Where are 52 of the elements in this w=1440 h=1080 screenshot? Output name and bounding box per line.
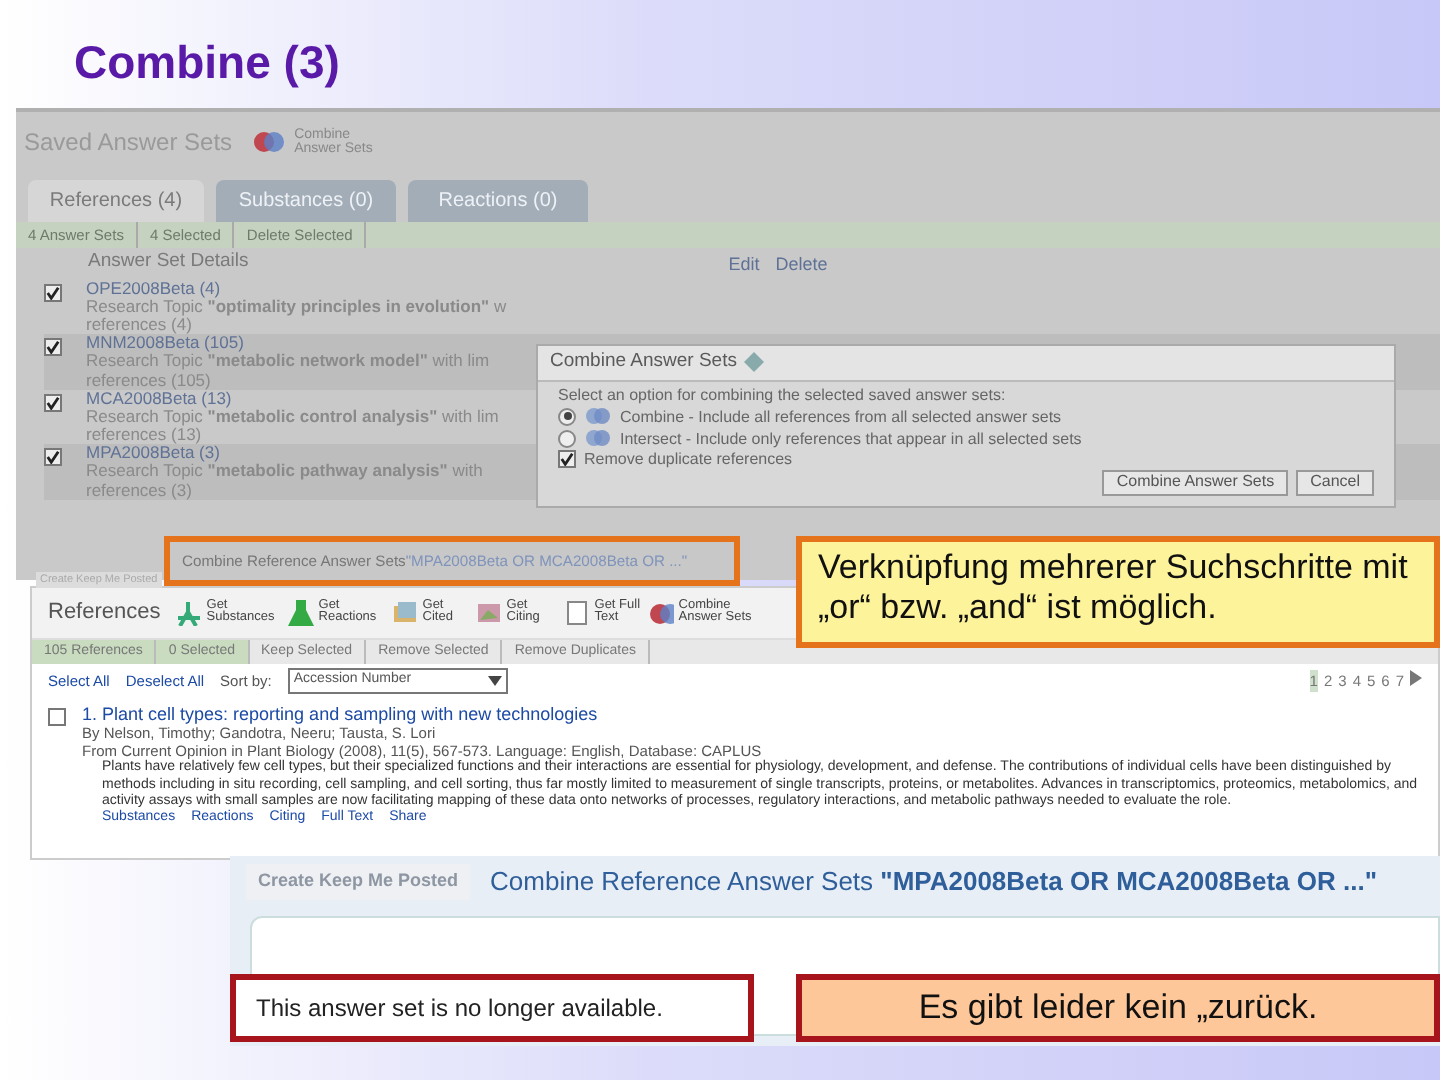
cancel-button[interactable]: Cancel [1296, 470, 1374, 496]
combine-icon [584, 428, 612, 449]
row-action-link[interactable]: Delete [775, 252, 828, 280]
row-action-link[interactable]: Edit [728, 252, 760, 280]
keep-me-posted-button[interactable]: Create Keep Me Posted [246, 864, 471, 899]
combine-icon [252, 128, 287, 156]
option-label: Combine - Include all references from all selected answer sets [620, 407, 1062, 426]
radio-button[interactable] [558, 407, 576, 426]
checkbox[interactable] [44, 393, 62, 412]
option-label: Intersect - Include only references that appear in all selected sets [620, 429, 1082, 448]
tab[interactable]: References (4) [28, 180, 204, 222]
help-icon [744, 352, 765, 373]
next-icon [1410, 669, 1422, 686]
combine-button[interactable]: Combine Answer Sets [1102, 470, 1289, 496]
dialog-title: Combine Answer Sets [550, 352, 737, 374]
callout: Verknüpfung mehrerer Suchschritte mit „or“ bzw. „and“ ist möglich. [796, 536, 1440, 648]
checkbox[interactable] [44, 283, 62, 302]
checkbox[interactable] [44, 448, 62, 467]
slide-title: Combine (3) [74, 36, 340, 92]
molecule-icon [176, 599, 203, 626]
answer-set-link[interactable]: MCA2008Beta (13) [86, 389, 499, 408]
reference-title[interactable]: 1. Plant cell types: reporting and sampling with new technologies [82, 703, 1422, 725]
callout: Es gibt leider kein „zurück. [796, 974, 1440, 1042]
section-title: Answer Set Details [86, 248, 249, 277]
checkbox[interactable] [48, 707, 66, 725]
caret-icon [487, 675, 502, 686]
check-icon [46, 395, 60, 410]
radio-button[interactable] [558, 429, 576, 448]
references-heading: References [48, 598, 161, 628]
combine-icon [648, 599, 675, 626]
page-icon [564, 599, 591, 626]
check-icon [46, 450, 60, 465]
checkbox[interactable] [44, 338, 62, 357]
document-icon [392, 599, 419, 626]
research-topic: Research Topic "metabolic control analysis" with lim [86, 407, 499, 427]
picture-icon [476, 599, 503, 626]
result-title: Combine Reference Answer Sets "MPA2008Beta OR MCA2008Beta OR ..." [490, 864, 1377, 900]
check-icon [560, 452, 574, 467]
reference-count: references (4) [86, 316, 192, 335]
reference-count: references (13) [86, 426, 204, 445]
checkbox[interactable] [558, 450, 576, 469]
research-topic: Research Topic "optimality principles in evolution" w [86, 297, 507, 317]
flask-icon [288, 599, 315, 626]
error-message: This answer set is no longer available. [230, 974, 754, 1042]
checkbox-label: Remove duplicate references [584, 450, 793, 469]
combine-icon [584, 406, 612, 427]
answer-set-link[interactable]: OPE2008Beta (4) [86, 279, 507, 298]
dialog-prompt: Select an option for combining the selected saved answer sets: [558, 385, 1008, 405]
answer-set-link[interactable]: MNM2008Beta (105) [86, 334, 490, 353]
check-icon [46, 285, 60, 300]
check-icon [46, 340, 60, 355]
answer-set-link[interactable]: MPA2008Beta (3) [86, 444, 483, 463]
